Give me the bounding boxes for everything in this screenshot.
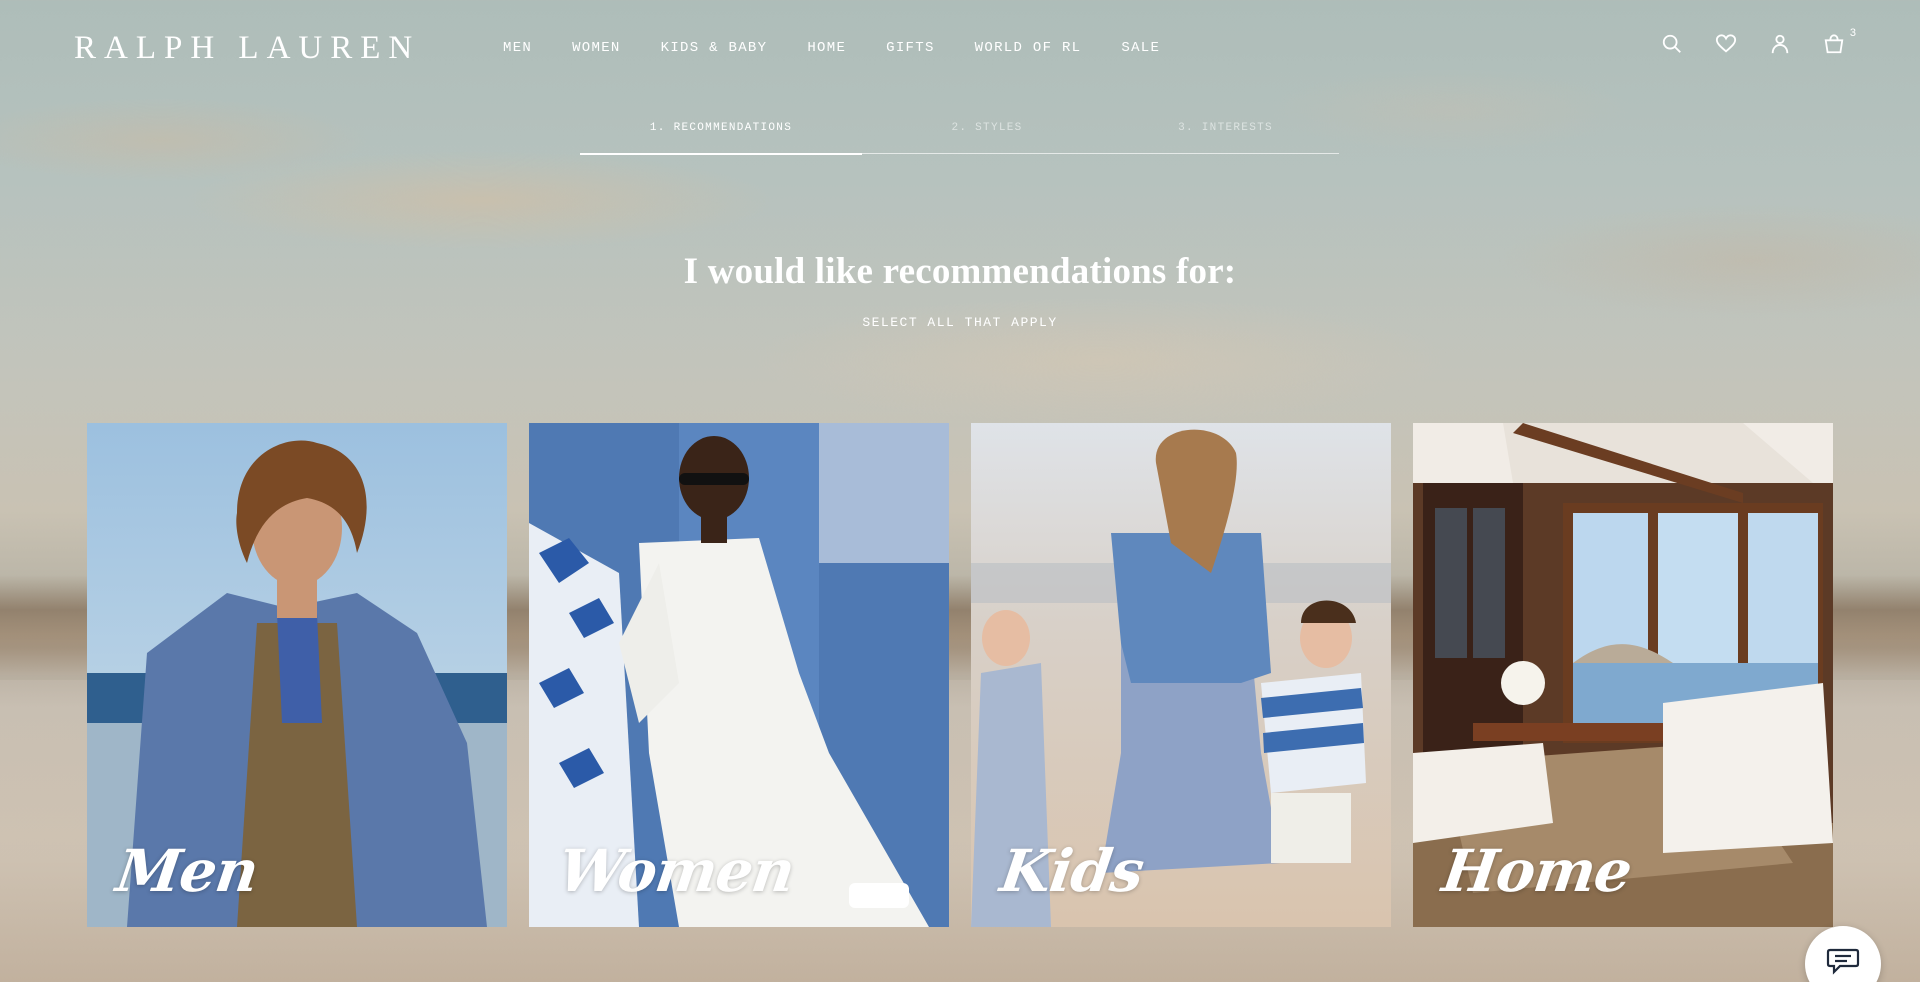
nav-item-gifts[interactable]: GIFTS bbox=[886, 40, 935, 56]
ralph-lauren-logo[interactable]: RALPH LAUREN bbox=[74, 30, 420, 67]
step-recommendations[interactable]: 1. RECOMMENDATIONS bbox=[580, 120, 862, 155]
progress-steps: 1. RECOMMENDATIONS 2. STYLES 3. INTEREST… bbox=[580, 120, 1339, 155]
account-icon[interactable] bbox=[1769, 33, 1791, 55]
step-styles[interactable]: 2. STYLES bbox=[862, 120, 1112, 153]
bag-icon[interactable]: 3 bbox=[1823, 27, 1856, 55]
chat-icon bbox=[1826, 948, 1860, 975]
page-title: I would like recommendations for: bbox=[683, 251, 1237, 292]
utility-icons: 3 bbox=[1629, 27, 1856, 55]
card-kids[interactable]: Kids bbox=[971, 423, 1391, 927]
nav-item-home[interactable]: HOME bbox=[807, 40, 846, 56]
card-label-home: Home bbox=[1438, 837, 1636, 905]
nav-item-sale[interactable]: SALE bbox=[1121, 40, 1160, 56]
nav-item-world-of-rl[interactable]: WORLD OF RL bbox=[975, 40, 1082, 56]
card-label-kids: Kids bbox=[996, 837, 1148, 905]
category-cards: Men Women Kids Home bbox=[87, 423, 1833, 927]
top-navigation-bar: RALPH LAUREN MEN WOMEN KIDS & BABY HOME … bbox=[0, 0, 1920, 96]
card-label-women: Women bbox=[554, 837, 799, 905]
nav-item-women[interactable]: WOMEN bbox=[572, 40, 621, 56]
nav-item-kids-baby[interactable]: KIDS & BABY bbox=[661, 40, 768, 56]
heart-icon[interactable] bbox=[1715, 33, 1737, 55]
card-men[interactable]: Men bbox=[87, 423, 507, 927]
page-subtitle: SELECT ALL THAT APPLY bbox=[862, 315, 1058, 330]
card-women[interactable]: Women bbox=[529, 423, 949, 927]
search-icon[interactable] bbox=[1661, 33, 1683, 55]
card-label-men: Men bbox=[112, 837, 263, 905]
step-interests[interactable]: 3. INTERESTS bbox=[1112, 120, 1339, 153]
main-nav: MEN WOMEN KIDS & BABY HOME GIFTS WORLD O… bbox=[503, 40, 1200, 56]
card-home[interactable]: Home bbox=[1413, 423, 1833, 927]
bag-count-badge: 3 bbox=[1849, 27, 1856, 39]
nav-item-men[interactable]: MEN bbox=[503, 40, 532, 56]
